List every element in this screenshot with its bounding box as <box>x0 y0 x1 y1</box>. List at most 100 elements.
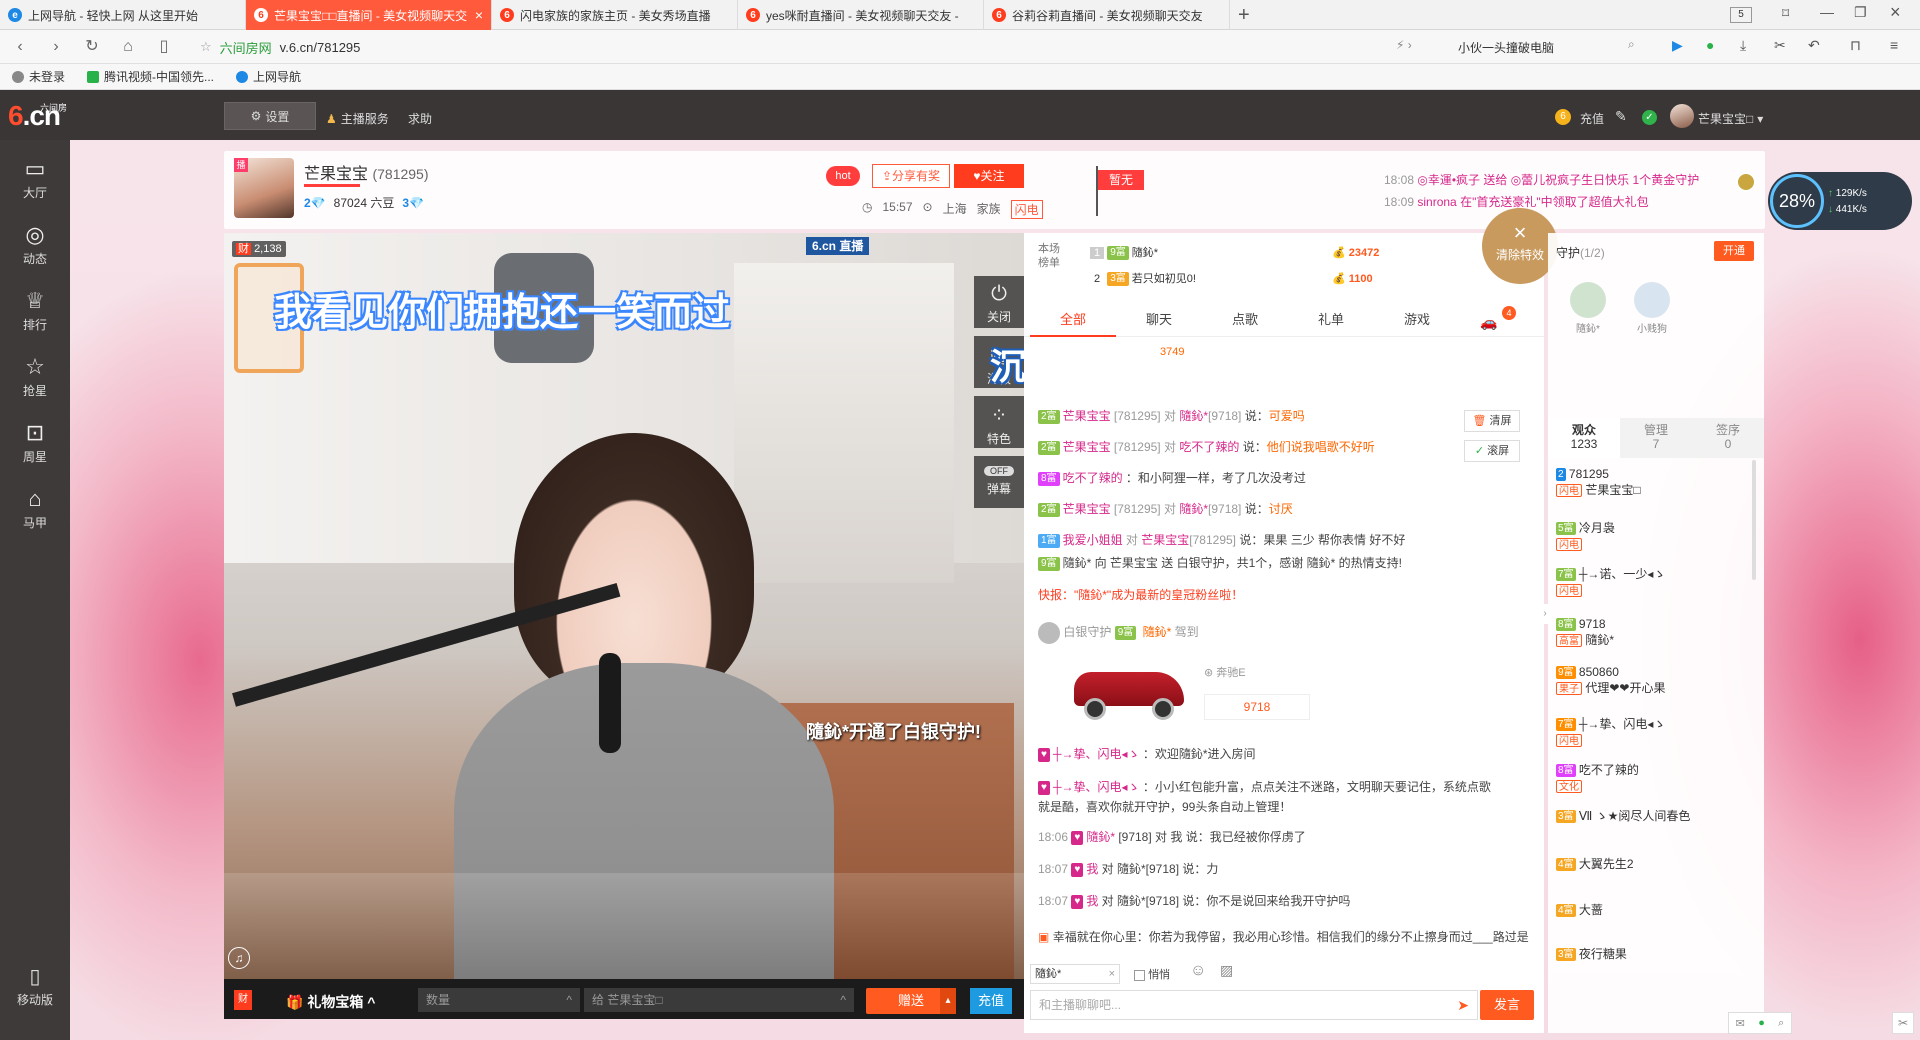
rank-row[interactable]: 1 9富 隨鈊* <box>1090 240 1330 266</box>
share-button[interactable]: ⇪分享有奖 <box>872 164 950 188</box>
user-menu[interactable]: 芒果宝宝□ ▾ <box>1698 110 1763 127</box>
audience-item[interactable]: 5富 冷月袅 闪电 <box>1556 520 1756 552</box>
message-sender[interactable]: 我 <box>1086 862 1098 876</box>
audience-item[interactable]: 4富 大蔷 <box>1556 902 1756 918</box>
message-sender[interactable]: 芒果宝宝 <box>1063 440 1111 454</box>
scissors-icon[interactable]: ✂ <box>1774 37 1786 54</box>
sidebar-item-0[interactable]: ▭ 大厅 <box>0 146 70 210</box>
audience-item[interactable]: 3富 夜行糖果 <box>1556 946 1756 962</box>
message-sender[interactable]: 我 <box>1086 894 1098 908</box>
check-icon[interactable]: ● <box>1758 1017 1765 1029</box>
audience-tab[interactable]: 观众 1233 <box>1548 418 1620 458</box>
zoom-icon[interactable]: ⌕ <box>1778 1017 1784 1030</box>
home-icon[interactable]: ⌂ <box>118 37 138 57</box>
guard-member[interactable]: 小贱狗 <box>1630 282 1674 335</box>
minimize-icon[interactable]: — <box>1820 4 1834 20</box>
tshirt-icon[interactable]: ⌑ <box>1782 5 1789 22</box>
forward-icon[interactable]: › <box>46 37 66 57</box>
avatar[interactable] <box>1670 104 1694 128</box>
chat-tab[interactable]: 礼单 <box>1288 303 1374 337</box>
car-icon[interactable]: 🚗 <box>1480 314 1497 331</box>
chat-tab[interactable]: 全部 <box>1030 303 1116 337</box>
download-icon[interactable]: ⤓ <box>1740 37 1746 54</box>
wechat-icon[interactable]: ● <box>1706 37 1714 53</box>
new-tab-icon[interactable]: + <box>1238 4 1250 27</box>
audience-item[interactable]: 8富 9718 高富 隨鈊* <box>1556 616 1756 648</box>
bookmark-nav[interactable]: 上网导航 <box>236 68 301 85</box>
check-icon[interactable]: ✓ <box>1642 110 1657 125</box>
family-badge[interactable]: 闪电 <box>1010 200 1043 219</box>
restore-icon[interactable]: ❐ <box>1854 4 1867 21</box>
message-sender[interactable]: ┼→挚、闪电◂ゝ <box>1053 780 1140 794</box>
browser-tab[interactable]: 6 yes咪耐直播间 - 美女视频聊天交友 - <box>738 0 984 30</box>
video-control-3[interactable]: OFF 弹幕 <box>974 456 1024 508</box>
send-message-button[interactable]: 发言 <box>1480 990 1534 1020</box>
message-sender[interactable]: 我爱小姐姐 <box>1063 533 1123 547</box>
bookmark-tencent-video[interactable]: 腾讯视频-中国领先... <box>87 68 214 85</box>
message-recipient[interactable]: 芒果宝宝 <box>1141 533 1189 547</box>
quantity-input[interactable]: 数量 ^ <box>418 988 580 1012</box>
lightning-icon[interactable]: ⚡ › <box>1396 38 1412 52</box>
cut-icon[interactable]: ✂ <box>1892 1012 1914 1034</box>
back-icon[interactable]: ‹ <box>10 37 30 57</box>
bag-icon[interactable]: ⊓ <box>1850 37 1861 54</box>
audience-item[interactable]: 7富 ┼→挚、闪电◂ゝ 闪电 <box>1556 716 1756 748</box>
reader-icon[interactable]: ▯ <box>154 37 174 57</box>
sidebar-item-5[interactable]: ⌂ 马甲 <box>0 476 70 540</box>
help-link[interactable]: 求助 <box>408 110 432 127</box>
url-field[interactable]: ☆ 六间房网 v.6.cn/781295 <box>200 35 1350 59</box>
chat-target-select[interactable]: 隨鈊* × <box>1030 964 1120 984</box>
sidebar-item-1[interactable]: ◎ 动态 <box>0 212 70 276</box>
recharge-button[interactable]: 充值 <box>970 988 1012 1014</box>
browser-tab[interactable]: e 上网导航 - 轻快上网 从这里开始 <box>0 0 246 30</box>
message-sender[interactable]: ┼→挚、闪电◂ゝ <box>1053 747 1140 761</box>
collapse-panel-icon[interactable]: › <box>1540 604 1550 624</box>
browser-tab-active[interactable]: 6 芒果宝宝□□直播间 - 美女视频聊天交 × <box>246 0 492 30</box>
emoji-icon[interactable]: ☺ <box>1190 962 1206 980</box>
message-recipient[interactable]: 吃不了辣的 <box>1179 440 1239 454</box>
audience-scrollbar[interactable] <box>1752 460 1756 580</box>
gift-target-select[interactable]: 给 芒果宝宝□ ^ <box>584 988 854 1012</box>
message-recipient[interactable]: 隨鈊* <box>1179 409 1208 423</box>
private-checkbox[interactable]: 悄悄 <box>1134 966 1170 982</box>
chat-input[interactable]: 和主播聊聊吧... ➤ <box>1030 990 1478 1020</box>
close-icon[interactable]: × <box>1109 965 1115 983</box>
open-guard-button[interactable]: 开通 <box>1714 241 1754 261</box>
search-icon[interactable]: ⌕ <box>1628 37 1635 52</box>
wealth-icon[interactable]: 财 <box>234 990 252 1010</box>
play-icon[interactable]: ▶ <box>1672 37 1683 54</box>
audience-item[interactable]: 2 781295 闪电 芒果宝宝□ <box>1556 466 1756 498</box>
image-icon[interactable]: ▨ <box>1220 962 1233 979</box>
follow-button[interactable]: ♥关注 <box>954 164 1024 188</box>
audience-item[interactable]: 9富 850860 果子 代理❤❤开心果 <box>1556 664 1756 696</box>
host-service-link[interactable]: ♟ 主播服务 <box>326 110 389 127</box>
rank-row[interactable]: 2 3富 若只如初见0! <box>1090 266 1330 292</box>
message-sender[interactable]: 芒果宝宝 <box>1063 409 1111 423</box>
sidebar-item-4[interactable]: ⊡ 周星 <box>0 410 70 474</box>
video-control-0[interactable]: ⏻ 关闭 <box>974 276 1024 328</box>
menu-icon[interactable]: ≡ <box>1890 37 1898 53</box>
message-sender[interactable]: 隨鈊* <box>1086 830 1115 844</box>
browser-tab[interactable]: 6 谷莉谷莉直播间 - 美女视频聊天交友 <box>984 0 1230 30</box>
clear-effects-button[interactable]: × 清除特效 <box>1482 208 1558 284</box>
settings-button[interactable]: ⚙ 设置 <box>224 102 316 130</box>
audience-item[interactable]: 3富 Ⅶ ゝ★阅尽人间春色 <box>1556 808 1756 824</box>
bookmark-login[interactable]: 未登录 <box>12 68 65 85</box>
close-tab-icon[interactable]: × <box>475 7 483 23</box>
edit-icon[interactable]: ✎ <box>1615 108 1627 125</box>
message-recipient[interactable]: 隨鈊* <box>1179 502 1208 516</box>
tab-count-badge[interactable]: 5 <box>1730 7 1752 23</box>
sidebar-item-3[interactable]: ☆ 抢星 <box>0 344 70 408</box>
video-player[interactable]: 财 2,138 我看见你们拥抱还一笑而过 6.cn 直播 隨鈊*开通了白银守护!… <box>224 233 1024 979</box>
refresh-icon[interactable]: ↻ <box>82 37 102 57</box>
browser-tab[interactable]: 6 闪电家族的家族主页 - 美女秀场直播 <box>492 0 738 30</box>
mail-icon[interactable]: ✉ <box>1736 1017 1745 1030</box>
message-sender[interactable]: 吃不了辣的 <box>1063 471 1123 485</box>
chat-tab[interactable]: 游戏 <box>1374 303 1460 337</box>
video-control-2[interactable]: ⁘ 特色 <box>974 396 1024 448</box>
search-field[interactable]: 小伙一头撞破电脑 <box>1458 39 1628 56</box>
close-window-icon[interactable]: × <box>1890 2 1901 23</box>
bookmark-star-icon[interactable]: ☆ <box>200 39 212 55</box>
sidebar-item-2[interactable]: ♕ 排行 <box>0 278 70 342</box>
audience-tab[interactable]: 签序 0 <box>1692 418 1764 458</box>
